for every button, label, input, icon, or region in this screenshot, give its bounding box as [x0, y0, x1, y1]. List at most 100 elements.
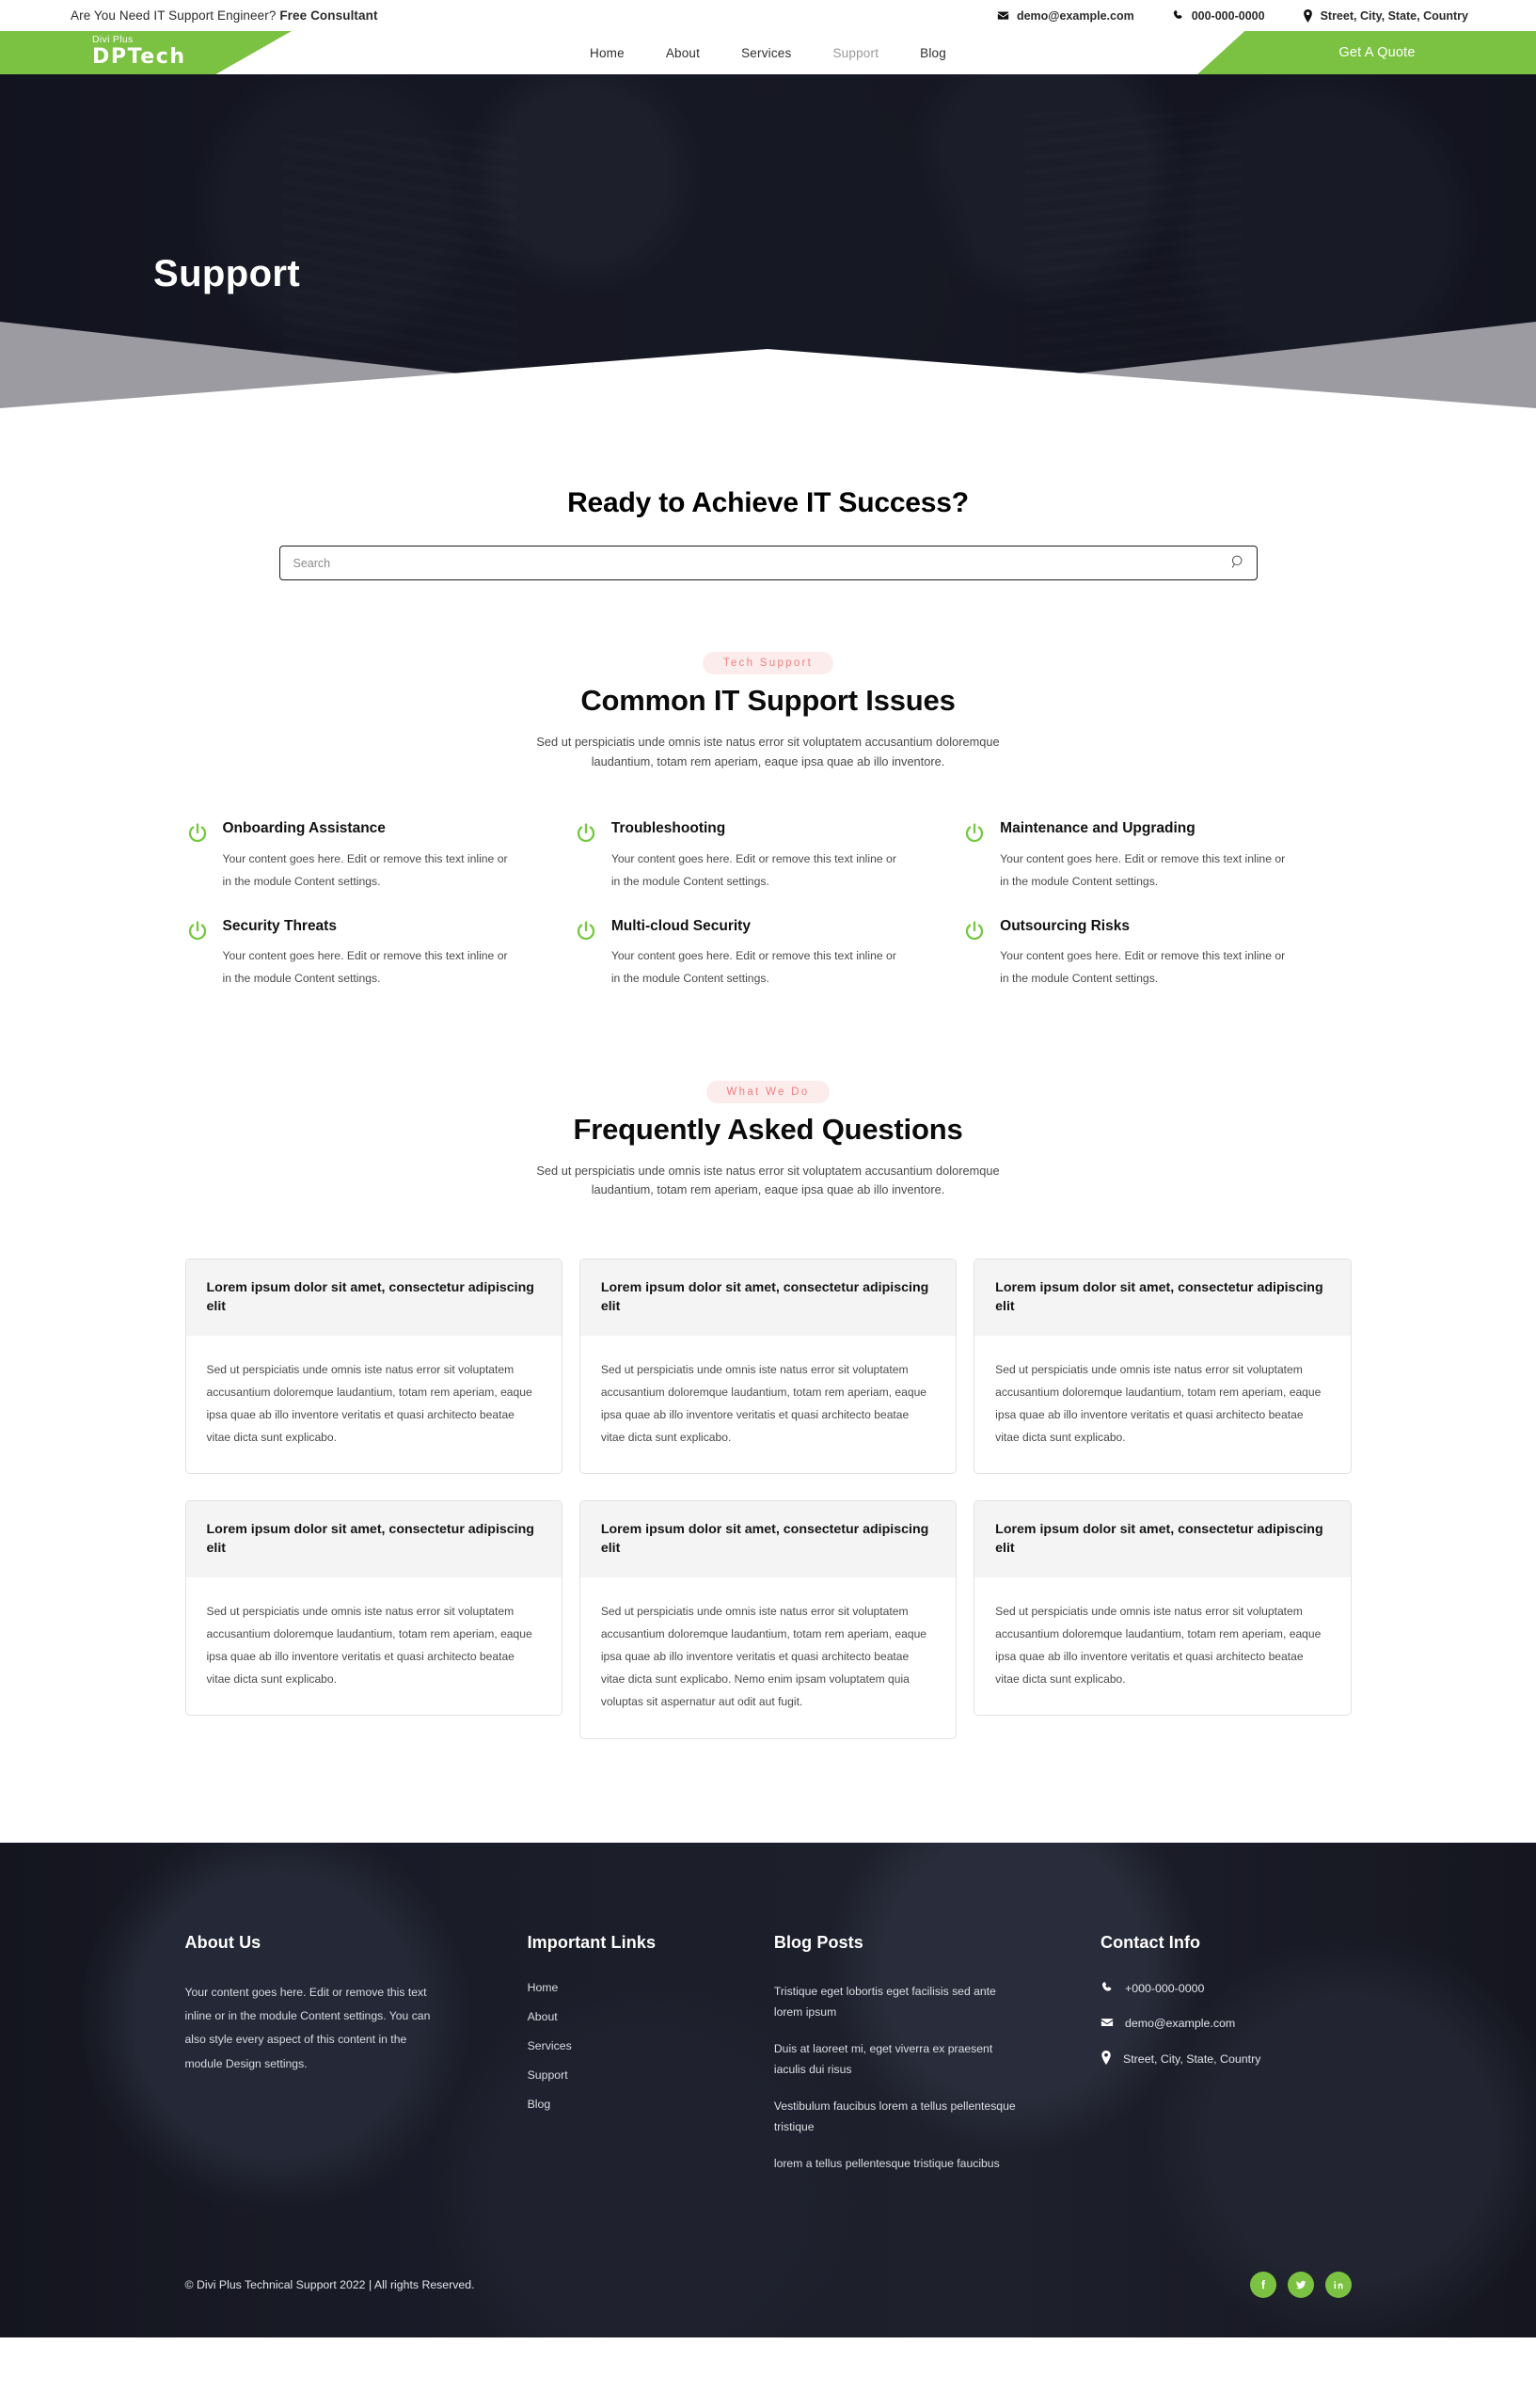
issue-text: Your content goes here. Edit or remove t…	[222, 949, 508, 985]
search-icon	[1230, 555, 1246, 573]
top-phone[interactable]: 000-000-0000	[1172, 9, 1265, 23]
issue-title: Multi-cloud Security	[610, 917, 751, 934]
mail-icon	[1101, 2016, 1114, 2032]
facebook-icon[interactable]	[1249, 2272, 1276, 2299]
search-submit-button[interactable]	[1229, 554, 1248, 573]
site-footer: About Us Your content goes here. Edit or…	[0, 1842, 1536, 2338]
top-email[interactable]: demo@example.com	[997, 9, 1134, 23]
issues-subtitle: Sed ut perspiciatis unde omnis iste natu…	[536, 735, 1000, 768]
footer-email-text: demo@example.com	[1124, 2017, 1236, 2030]
page-root: Are You Need IT Support Engineer? Free C…	[0, 0, 1536, 2338]
location-pin-icon	[1303, 8, 1313, 23]
hero-banner: Support	[0, 74, 1536, 408]
hero-bottom-divider	[0, 322, 1536, 408]
logo-main-text: DPTech	[92, 44, 186, 69]
faq-question: Lorem ipsum dolor sit amet, consectetur …	[185, 1501, 562, 1577]
issue-item: Onboarding Assistance Your content goes h…	[185, 820, 574, 893]
footer-post-link[interactable]: lorem a tellus pellentesque tristique fa…	[774, 2153, 1082, 2175]
issue-text: Your content goes here. Edit or remove t…	[610, 852, 896, 888]
power-icon	[574, 822, 598, 893]
twitter-icon[interactable]	[1287, 2272, 1314, 2299]
top-address[interactable]: Street, City, State, Country	[1303, 8, 1468, 23]
common-issues-section: Tech Support Common IT Support Issues Se…	[0, 580, 1536, 990]
faq-heading: Frequently Asked Questions	[573, 1112, 963, 1146]
footer-bottom-bar: © Divi Plus Technical Support 2022 | All…	[185, 2247, 1352, 2337]
tagline-bold: Free Consultant	[279, 8, 378, 23]
faq-question: Lorem ipsum dolor sit amet, consectetur …	[185, 1259, 562, 1336]
issue-item: Maintenance and Upgrading Your content go…	[962, 820, 1351, 893]
power-icon	[962, 822, 987, 893]
faq-card[interactable]: Lorem ipsum dolor sit amet, consectetur …	[578, 1500, 958, 1739]
footer-post-link[interactable]: Vestibulum faucibus lorem a tellus pelle…	[774, 2096, 1082, 2138]
faq-question: Lorem ipsum dolor sit amet, consectetur …	[579, 1501, 957, 1577]
faq-answer: Sed ut perspiciatis unde omnis iste natu…	[206, 1362, 532, 1445]
footer-contact-heading: Contact Info	[1100, 1932, 1201, 1952]
footer-links-column: Important Links Home About Services Support…	[528, 1933, 755, 2175]
footer-address[interactable]: Street, City, State, Country	[1101, 2050, 1352, 2067]
search-section: Ready to Achieve IT Success?	[0, 408, 1536, 580]
footer-link-about[interactable]: About	[528, 2010, 755, 2023]
mail-icon	[997, 9, 1009, 22]
nav-item-support[interactable]: Support	[832, 46, 879, 60]
issue-text: Your content goes here. Edit or remove t…	[1000, 852, 1286, 888]
top-address-text: Street, City, State, Country	[1320, 8, 1468, 23]
faq-question: Lorem ipsum dolor sit amet, consectetur …	[974, 1501, 1351, 1577]
social-links	[1249, 2272, 1352, 2299]
faq-card[interactable]: Lorem ipsum dolor sit amet, consectetur …	[974, 1500, 1352, 1717]
faq-grid: Lorem ipsum dolor sit amet, consectetur …	[184, 1259, 1352, 1739]
phone-icon	[1172, 9, 1184, 22]
footer-links-list: Home About Services Support Blog	[528, 1981, 755, 2111]
faq-answer: Sed ut perspiciatis unde omnis iste natu…	[206, 1604, 532, 1687]
issue-text: Your content goes here. Edit or remove t…	[222, 852, 508, 888]
faq-answer: Sed ut perspiciatis unde omnis iste natu…	[995, 1604, 1322, 1687]
footer-about-heading: About Us	[184, 1932, 261, 1952]
nav-item-services[interactable]: Services	[741, 46, 791, 60]
issue-title: Security Threats	[222, 917, 337, 934]
footer-about-column: About Us Your content goes here. Edit or…	[185, 1933, 509, 2175]
footer-email[interactable]: demo@example.com	[1101, 2016, 1352, 2032]
faq-card[interactable]: Lorem ipsum dolor sit amet, consectetur …	[578, 1259, 958, 1475]
footer-phone-text: +000-000-0000	[1124, 1982, 1205, 1995]
footer-post-link[interactable]: Duis at laoreet mi, eget viverra ex prae…	[774, 2038, 1082, 2081]
faq-card[interactable]: Lorem ipsum dolor sit amet, consectetur …	[184, 1259, 562, 1475]
footer-contact-column: Contact Info +000-000-0000 demo@example.…	[1101, 1933, 1352, 2175]
tagline: Are You Need IT Support Engineer? Free C…	[71, 8, 378, 23]
issue-title: Troubleshooting	[610, 820, 726, 837]
issue-text: Your content goes here. Edit or remove t…	[610, 949, 896, 985]
logo[interactable]: Divi Plus DPTech	[92, 35, 186, 68]
footer-link-support[interactable]: Support	[528, 2068, 755, 2082]
faq-card[interactable]: Lorem ipsum dolor sit amet, consectetur …	[184, 1500, 562, 1717]
main-navigation: Home About Services Support Blog	[0, 31, 1536, 74]
tagline-plain: Are You Need IT Support Engineer?	[71, 8, 280, 23]
nav-item-home[interactable]: Home	[590, 46, 625, 60]
search-input[interactable]	[278, 546, 1258, 580]
footer-address-text: Street, City, State, Country	[1122, 2052, 1261, 2066]
nav-item-about[interactable]: About	[666, 46, 700, 60]
faq-badge: What We Do	[705, 1080, 831, 1103]
footer-link-home[interactable]: Home	[528, 1981, 755, 1994]
top-contact-group: demo@example.com 000-000-0000 Street, Ci…	[997, 8, 1468, 23]
power-icon	[185, 822, 210, 893]
footer-links-heading: Important Links	[527, 1932, 657, 1952]
issue-title: Outsourcing Risks	[1000, 917, 1130, 934]
location-pin-icon	[1101, 2050, 1112, 2067]
issues-grid: Onboarding Assistance Your content goes h…	[185, 820, 1352, 990]
footer-link-services[interactable]: Services	[528, 2039, 755, 2052]
search-heading: Ready to Achieve IT Success?	[567, 487, 969, 518]
faq-card[interactable]: Lorem ipsum dolor sit amet, consectetur …	[974, 1259, 1352, 1475]
site-header: Divi Plus DPTech Home About Services Suppor…	[0, 31, 1536, 74]
faq-answer: Sed ut perspiciatis unde omnis iste natu…	[600, 1362, 927, 1445]
faq-answer: Sed ut perspiciatis unde omnis iste natu…	[995, 1362, 1322, 1445]
issues-badge: Tech Support	[702, 652, 834, 674]
footer-link-blog[interactable]: Blog	[528, 2098, 755, 2111]
footer-post-link[interactable]: Tristique eget lobortis eget facilisis s…	[774, 1981, 1082, 2023]
faq-subtitle: Sed ut perspiciatis unde omnis iste natu…	[536, 1163, 1000, 1197]
issue-item: Security Threats Your content goes here. …	[185, 918, 574, 990]
nav-item-blog[interactable]: Blog	[920, 46, 946, 60]
faq-question: Lorem ipsum dolor sit amet, consectetur …	[579, 1259, 957, 1336]
footer-phone[interactable]: +000-000-0000	[1101, 1981, 1352, 1997]
footer-posts-list: Tristique eget lobortis eget facilisis s…	[774, 1981, 1082, 2175]
footer-about-text: Your content goes here. Edit or remove t…	[184, 1985, 431, 2070]
linkedin-icon[interactable]	[1324, 2272, 1352, 2299]
top-email-text: demo@example.com	[1016, 8, 1134, 23]
